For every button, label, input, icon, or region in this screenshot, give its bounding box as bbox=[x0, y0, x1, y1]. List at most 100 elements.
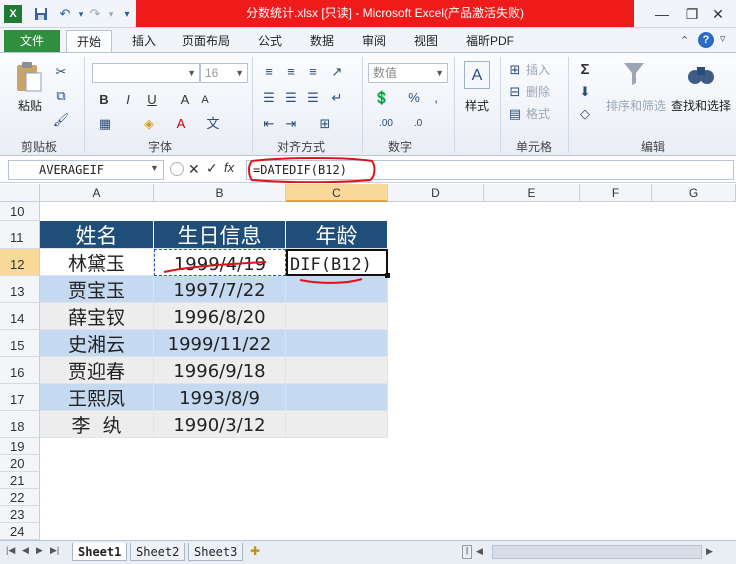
header-cell-birthday[interactable]: 生日信息 bbox=[154, 221, 286, 249]
align-left-icon[interactable]: ☰ bbox=[260, 89, 278, 107]
italic-icon[interactable]: I bbox=[120, 91, 136, 109]
sort-filter-icon[interactable] bbox=[620, 59, 650, 89]
row-header[interactable]: 19 bbox=[0, 438, 40, 455]
column-header-e[interactable]: E bbox=[484, 184, 580, 202]
wrap-text-icon[interactable]: ↵ bbox=[328, 89, 346, 107]
row-header[interactable]: 24 bbox=[0, 523, 40, 540]
collapse-ribbon-icon[interactable]: ⌃ bbox=[680, 34, 689, 47]
row-header[interactable]: 15 bbox=[0, 330, 40, 357]
row-header[interactable]: 23 bbox=[0, 506, 40, 523]
sort-filter-label[interactable]: 排序和筛选 bbox=[604, 97, 668, 114]
column-header-f[interactable]: F bbox=[580, 184, 652, 202]
next-sheet-icon[interactable]: ▶ bbox=[36, 545, 43, 556]
align-center-icon[interactable]: ☰ bbox=[282, 89, 300, 107]
ribbon-options-icon[interactable]: ▿ bbox=[720, 32, 726, 45]
restore-button[interactable]: ❐ bbox=[678, 4, 706, 24]
text-orientation-icon[interactable]: ↗ bbox=[328, 63, 346, 81]
formula-bar-expand-icon[interactable] bbox=[170, 162, 184, 176]
table-cell[interactable]: 1996/8/20 bbox=[154, 303, 286, 330]
last-sheet-icon[interactable]: ▶| bbox=[50, 545, 59, 556]
select-all-corner[interactable] bbox=[0, 184, 40, 202]
column-header-a[interactable]: A bbox=[40, 184, 154, 202]
row-header[interactable]: 10 bbox=[0, 202, 40, 221]
name-box-dropdown-icon[interactable]: ▼ bbox=[150, 163, 159, 173]
percent-icon[interactable]: % bbox=[406, 89, 422, 107]
row-header[interactable]: 17 bbox=[0, 384, 40, 411]
find-select-label[interactable]: 查找和选择 bbox=[668, 97, 734, 114]
enter-entry-icon[interactable]: ✓ bbox=[206, 160, 218, 177]
column-header-c[interactable]: C bbox=[286, 184, 388, 202]
first-sheet-icon[interactable]: |◀ bbox=[6, 545, 15, 556]
sheet-tab-2[interactable]: Sheet2 bbox=[130, 543, 186, 561]
row-header[interactable]: 11 bbox=[0, 221, 40, 249]
decrease-decimal-icon[interactable]: .0 bbox=[404, 115, 432, 133]
table-cell[interactable]: 林黛玉 bbox=[40, 249, 154, 276]
tab-file[interactable]: 文件 bbox=[4, 30, 60, 52]
scroll-right-icon[interactable]: ▶ bbox=[706, 546, 713, 557]
align-middle-icon[interactable]: ≡ bbox=[282, 63, 300, 81]
increase-font-icon[interactable]: A bbox=[176, 91, 194, 109]
clear-icon[interactable]: ◇ bbox=[576, 105, 594, 123]
spreadsheet-grid[interactable]: A B C D E F G 10 11 12 13 14 15 16 17 18… bbox=[0, 184, 736, 540]
tab-insert[interactable]: 插入 bbox=[122, 30, 166, 52]
tab-page-layout[interactable]: 页面布局 bbox=[172, 30, 240, 52]
row-header[interactable]: 21 bbox=[0, 472, 40, 489]
styles-label[interactable]: 样式 bbox=[460, 97, 494, 114]
sheet-tab-1[interactable]: Sheet1 bbox=[72, 543, 128, 561]
format-painter-icon[interactable]: 🖌 bbox=[52, 111, 70, 129]
font-name-combo[interactable]: ▼ bbox=[92, 63, 200, 83]
row-header[interactable]: 18 bbox=[0, 411, 40, 438]
table-cell[interactable] bbox=[286, 330, 388, 357]
currency-icon[interactable]: 💲 bbox=[372, 89, 392, 107]
decrease-font-icon[interactable]: A bbox=[196, 91, 214, 109]
find-select-icon[interactable] bbox=[686, 59, 716, 89]
copy-icon[interactable]: ⧉ bbox=[52, 87, 70, 105]
prev-sheet-icon[interactable]: ◀ bbox=[22, 545, 29, 556]
table-cell[interactable]: 1993/8/9 bbox=[154, 384, 286, 411]
split-handle-icon[interactable]: | bbox=[462, 545, 472, 559]
header-cell-name[interactable]: 姓名 bbox=[40, 221, 154, 249]
table-cell[interactable]: 史湘云 bbox=[40, 330, 154, 357]
align-bottom-icon[interactable]: ≡ bbox=[304, 63, 322, 81]
border-icon[interactable]: ▦ bbox=[96, 115, 114, 133]
table-cell[interactable]: 贾迎春 bbox=[40, 357, 154, 384]
autosum-icon[interactable]: Σ bbox=[576, 61, 594, 79]
row-header[interactable]: 12 bbox=[0, 249, 40, 276]
format-cells-icon[interactable]: ▤ bbox=[506, 105, 524, 123]
table-cell[interactable] bbox=[286, 303, 388, 330]
row-header[interactable]: 14 bbox=[0, 303, 40, 330]
sheet-tab-3[interactable]: Sheet3 bbox=[188, 543, 244, 561]
help-icon[interactable]: ? bbox=[698, 32, 714, 48]
table-cell[interactable]: 王熙凤 bbox=[40, 384, 154, 411]
table-cell[interactable] bbox=[286, 411, 388, 438]
insert-cells-icon[interactable]: ⊞ bbox=[506, 61, 524, 79]
tab-home[interactable]: 开始 bbox=[66, 30, 113, 52]
table-cell[interactable]: 薛宝钗 bbox=[40, 303, 154, 330]
table-cell[interactable]: 1999/11/22 bbox=[154, 330, 286, 357]
scroll-left-icon[interactable]: ◀ bbox=[476, 546, 483, 557]
column-header-b[interactable]: B bbox=[154, 184, 286, 202]
column-header-d[interactable]: D bbox=[388, 184, 484, 202]
table-cell[interactable]: 1990/3/12 bbox=[154, 411, 286, 438]
table-cell[interactable] bbox=[286, 357, 388, 384]
tab-formulas[interactable]: 公式 bbox=[248, 30, 292, 52]
increase-indent-icon[interactable]: ⇥ bbox=[282, 115, 300, 133]
fill-color-icon[interactable]: ◈ bbox=[140, 115, 158, 133]
row-header[interactable]: 20 bbox=[0, 455, 40, 472]
new-sheet-icon[interactable]: ✚ bbox=[250, 544, 260, 558]
tab-review[interactable]: 审阅 bbox=[352, 30, 396, 52]
table-cell[interactable]: 李 纨 bbox=[40, 411, 154, 438]
bold-icon[interactable]: B bbox=[96, 91, 112, 109]
underline-icon[interactable]: U bbox=[144, 91, 160, 109]
header-cell-age[interactable]: 年龄 bbox=[286, 221, 388, 249]
table-cell[interactable]: 1996/9/18 bbox=[154, 357, 286, 384]
minimize-button[interactable]: — bbox=[648, 4, 676, 24]
insert-label[interactable]: 插入 bbox=[526, 61, 550, 78]
row-header[interactable]: 16 bbox=[0, 357, 40, 384]
tab-view[interactable]: 视图 bbox=[404, 30, 448, 52]
delete-label[interactable]: 删除 bbox=[526, 83, 550, 100]
decrease-indent-icon[interactable]: ⇤ bbox=[260, 115, 278, 133]
table-cell[interactable]: 贾宝玉 bbox=[40, 276, 154, 303]
close-button[interactable]: ✕ bbox=[704, 4, 732, 24]
fill-icon[interactable]: ⬇ bbox=[576, 83, 594, 101]
